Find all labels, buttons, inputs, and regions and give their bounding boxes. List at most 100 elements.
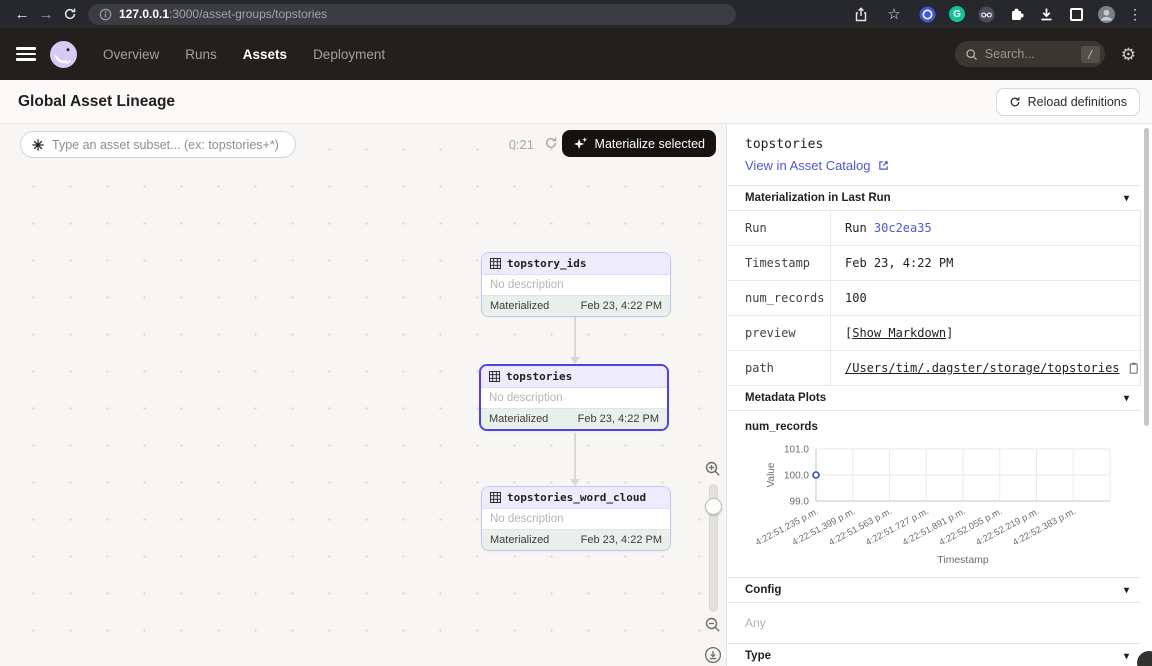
- svg-text:Value: Value: [766, 462, 777, 487]
- bookmark-star-icon[interactable]: ☆: [882, 2, 906, 26]
- nav-links: Overview Runs Assets Deployment: [103, 47, 385, 62]
- search-box[interactable]: /: [955, 41, 1105, 67]
- nav-item-assets[interactable]: Assets: [243, 47, 287, 62]
- svg-text:4:22:52.383 p.m.: 4:22:52.383 p.m.: [1011, 506, 1077, 548]
- main: 0:21 Materialize selected topstory_ids N…: [0, 124, 1152, 666]
- asset-status: Materialized: [490, 534, 549, 546]
- table-row: preview [Show Markdown]: [727, 316, 1140, 351]
- asset-name: topstory_ids: [507, 257, 586, 270]
- extension-icon-grammarly[interactable]: G: [949, 6, 965, 22]
- kv-value-run: Run 30c2ea35: [831, 211, 932, 245]
- asset-description: No description: [482, 275, 670, 295]
- asset-status: Materialized: [489, 413, 548, 425]
- kv-value-preview: [Show Markdown]: [831, 316, 953, 350]
- svg-text:4:22:51.727 p.m.: 4:22:51.727 p.m.: [864, 506, 930, 548]
- plot-title: num_records: [727, 411, 1152, 433]
- svg-text:4:22:51.399 p.m.: 4:22:51.399 p.m.: [790, 506, 856, 548]
- page-title: Global Asset Lineage: [18, 93, 175, 111]
- zoom-out-icon[interactable]: [704, 616, 724, 636]
- asset-name: topstories_word_cloud: [507, 491, 646, 504]
- table-row: Timestamp Feb 23, 4:22 PM: [727, 246, 1140, 281]
- collapse-caret-icon: ▾: [1124, 193, 1129, 204]
- asset-graph-panel: 0:21 Materialize selected topstory_ids N…: [0, 124, 726, 666]
- copy-path-icon[interactable]: [1127, 361, 1140, 375]
- search-shortcut-badge: /: [1081, 46, 1100, 63]
- browser-reload-button[interactable]: [58, 2, 82, 26]
- extensions-puzzle-icon[interactable]: [1008, 6, 1025, 23]
- kv-key-preview: preview: [727, 316, 831, 350]
- svg-text:4:22:51.891 p.m.: 4:22:51.891 p.m.: [901, 506, 967, 548]
- asset-name: topstories: [506, 370, 572, 383]
- svg-text:100.0: 100.0: [784, 471, 809, 482]
- extension-icon-password-manager[interactable]: [919, 6, 936, 23]
- path-link[interactable]: /Users/tim/.dagster/storage/topstories: [845, 361, 1120, 375]
- address-bar[interactable]: 127.0.0.1:3000/asset-groups/topstories: [88, 4, 736, 25]
- downloads-icon[interactable]: [1038, 6, 1055, 23]
- recenter-graph-icon[interactable]: [704, 646, 724, 666]
- table-row: num_records 100: [727, 281, 1140, 316]
- reload-definitions-label: Reload definitions: [1028, 95, 1127, 109]
- table-row: path /Users/tim/.dagster/storage/topstor…: [727, 351, 1140, 386]
- section-config-header[interactable]: Config ▾: [727, 577, 1141, 603]
- asset-node-topstory-ids[interactable]: topstory_ids No description Materialized…: [481, 252, 671, 317]
- table-icon: [489, 371, 500, 382]
- kv-key-path: path: [727, 351, 831, 385]
- section-metadata-plots-header[interactable]: Metadata Plots ▾: [727, 386, 1141, 411]
- square-glyph: [1070, 8, 1083, 21]
- run-prefix: Run: [845, 221, 874, 235]
- nav-item-deployment[interactable]: Deployment: [313, 47, 385, 62]
- show-markdown-link[interactable]: Show Markdown: [852, 326, 946, 340]
- run-link[interactable]: 30c2ea35: [874, 221, 932, 235]
- graph-refresh-icon[interactable]: [544, 136, 558, 155]
- search-input[interactable]: [985, 47, 1067, 61]
- section-type-header[interactable]: Type ▾: [727, 643, 1141, 666]
- kv-value-timestamp: Feb 23, 4:22 PM: [831, 246, 953, 280]
- lineage-edge-arrowhead: [570, 479, 580, 486]
- node-footer: Materialized Feb 23, 4:22 PM: [482, 295, 670, 316]
- svg-text:4:22:51.235 p.m.: 4:22:51.235 p.m.: [754, 506, 820, 548]
- section-materialization-header[interactable]: Materialization in Last Run ▾: [727, 185, 1141, 211]
- asset-selector-icon: [31, 138, 45, 152]
- app-navbar: Overview Runs Assets Deployment / ⚙: [0, 28, 1152, 80]
- materialization-table: Run Run 30c2ea35 Timestamp Feb 23, 4:22 …: [727, 211, 1141, 386]
- extension-icon-glasses[interactable]: [978, 6, 995, 23]
- nav-right: / ⚙: [955, 41, 1136, 67]
- nav-item-runs[interactable]: Runs: [185, 47, 217, 62]
- url-text: 127.0.0.1:3000/asset-groups/topstories: [119, 7, 327, 21]
- asset-node-topstories[interactable]: topstories No description Materialized F…: [479, 364, 669, 431]
- asset-node-topstories-word-cloud[interactable]: topstories_word_cloud No description Mat…: [481, 486, 671, 551]
- browser-menu-icon[interactable]: ⋮: [1128, 6, 1142, 23]
- section-title: Metadata Plots: [745, 392, 826, 404]
- reload-definitions-button[interactable]: Reload definitions: [996, 88, 1140, 116]
- asset-filter-input[interactable]: [52, 138, 285, 152]
- screen: ← → 127.0.0.1:3000/asset-groups/topstori…: [0, 0, 1152, 666]
- lineage-edge-arrowhead: [570, 357, 580, 364]
- share-icon[interactable]: [852, 6, 869, 23]
- config-any-value: Any: [727, 603, 1152, 643]
- extension-icon-square[interactable]: [1068, 6, 1085, 23]
- kv-key-timestamp: Timestamp: [727, 246, 831, 280]
- detail-scrollbar[interactable]: [1144, 128, 1149, 426]
- app-menu-icon[interactable]: [16, 47, 36, 61]
- dagster-logo[interactable]: [50, 41, 77, 68]
- site-info-icon[interactable]: [99, 8, 112, 21]
- refresh-icon: [1009, 96, 1021, 108]
- browser-back-button[interactable]: ←: [10, 2, 34, 26]
- zoom-slider-handle[interactable]: [705, 498, 722, 515]
- asset-materialized-at: Feb 23, 4:22 PM: [581, 300, 662, 312]
- svg-text:4:22:52.219 p.m.: 4:22:52.219 p.m.: [974, 506, 1040, 548]
- view-in-asset-catalog-link[interactable]: View in Asset Catalog: [745, 158, 890, 173]
- asset-filter-box[interactable]: [20, 131, 296, 158]
- section-title: Materialization in Last Run: [745, 192, 891, 204]
- settings-gear-icon[interactable]: ⚙: [1121, 46, 1136, 63]
- zoom-in-icon[interactable]: [704, 460, 724, 480]
- table-row: Run Run 30c2ea35: [727, 211, 1140, 246]
- profile-avatar[interactable]: [1098, 6, 1115, 23]
- nav-item-overview[interactable]: Overview: [103, 47, 159, 62]
- svg-text:101.0: 101.0: [784, 445, 809, 456]
- materialize-selected-button[interactable]: Materialize selected: [562, 130, 716, 157]
- url-path: :3000/asset-groups/topstories: [169, 7, 327, 21]
- browser-forward-button[interactable]: →: [34, 2, 58, 26]
- search-icon: [965, 48, 978, 61]
- reload-icon: [63, 7, 77, 21]
